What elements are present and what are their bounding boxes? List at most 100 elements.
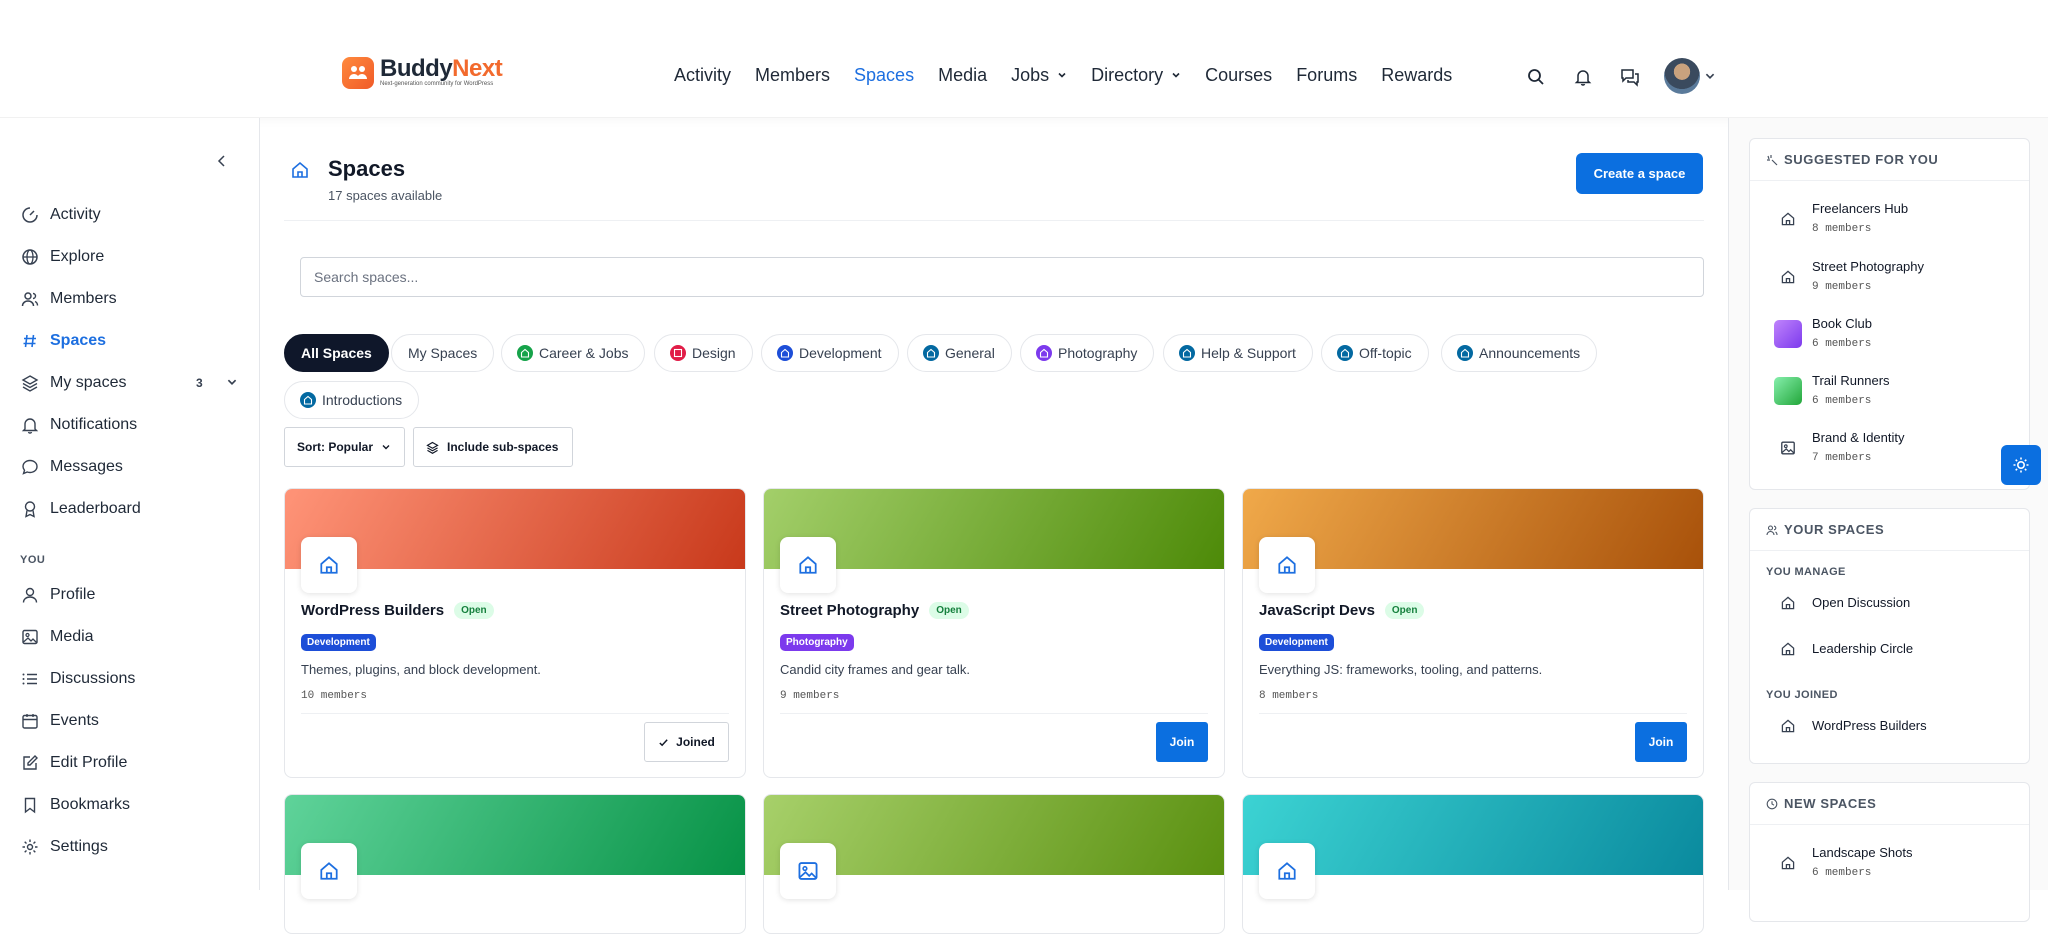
category-badge: Development: [301, 634, 376, 651]
item-name: Brand & Identity: [1812, 430, 1905, 445]
nav-media[interactable]: Media: [938, 62, 987, 88]
card-description: Candid city frames and gear talk.: [780, 662, 971, 677]
space-card[interactable]: [763, 794, 1225, 934]
card-description: Themes, plugins, and block development.: [301, 662, 541, 677]
space-card[interactable]: Street Photography Open Photography Candi…: [763, 488, 1225, 778]
card-title[interactable]: JavaScript Devs: [1259, 602, 1375, 619]
home-icon: [1774, 263, 1802, 291]
include-subspaces-toggle[interactable]: Include sub-spaces: [413, 427, 573, 467]
top-header: BuddyNext Next-generation community for …: [0, 0, 2048, 118]
main-nav: Activity Members Spaces Media Jobs Direc…: [674, 62, 1476, 88]
new-space-item[interactable]: Landscape Shots 6 members: [1774, 845, 1912, 881]
home-icon: [301, 843, 357, 899]
space-card[interactable]: [284, 794, 746, 934]
suggested-item[interactable]: Book Club 6 members: [1774, 316, 1872, 352]
nav-directory[interactable]: Directory: [1091, 62, 1181, 88]
card-title[interactable]: Street Photography: [780, 602, 919, 619]
sidebar-item-discussions[interactable]: Discussions: [20, 668, 135, 690]
messages-icon[interactable]: [1618, 65, 1642, 89]
managed-space-item[interactable]: Leadership Circle: [1774, 635, 1913, 663]
join-button[interactable]: Join: [1156, 722, 1208, 762]
sidebar-item-media[interactable]: Media: [20, 626, 94, 648]
sidebar-item-label: Discussions: [50, 670, 136, 687]
collapse-sidebar-icon[interactable]: [214, 153, 230, 169]
sidebar-item-profile[interactable]: Profile: [20, 584, 95, 606]
filter-chip-introductions[interactable]: Introductions: [284, 381, 420, 419]
filter-chip-all-spaces[interactable]: All Spaces: [284, 334, 389, 372]
filter-chip-general[interactable]: General: [907, 334, 1012, 372]
new-spaces-panel: NEW SPACES Landscape Shots 6 members: [1749, 782, 2030, 922]
sidebar-item-notifications[interactable]: Notifications: [20, 414, 137, 436]
sidebar-item-settings[interactable]: Settings: [20, 836, 108, 858]
chevron-down-icon[interactable]: [226, 376, 238, 388]
search-icon[interactable]: [1524, 65, 1548, 89]
nav-jobs[interactable]: Jobs: [1011, 62, 1067, 88]
space-card[interactable]: WordPress Builders Open Development Theme…: [284, 488, 746, 778]
nav-members[interactable]: Members: [755, 62, 830, 88]
panel-heading: SUGGESTED FOR YOU: [1784, 152, 1939, 167]
suggested-item[interactable]: Street Photography 9 members: [1774, 259, 1924, 295]
sidebar-item-leaderboard[interactable]: Leaderboard: [20, 498, 141, 520]
you-manage-heading: YOU MANAGE: [1766, 566, 1846, 578]
nav-forums[interactable]: Forums: [1296, 62, 1357, 88]
filter-chip-design[interactable]: Design: [654, 334, 753, 372]
nav-label: Forums: [1296, 64, 1358, 85]
site-logo[interactable]: BuddyNext Next-generation community for …: [342, 57, 503, 89]
filter-chip-my-spaces[interactable]: My Spaces: [391, 334, 495, 372]
filter-chip-career-jobs[interactable]: Career & Jobs: [501, 334, 646, 372]
suggested-item[interactable]: Brand & Identity 7 members: [1774, 430, 1905, 466]
space-card[interactable]: JavaScript Devs Open Development Everythi…: [1242, 488, 1704, 778]
create-space-button[interactable]: Create a space: [1576, 153, 1703, 194]
space-card[interactable]: [1242, 794, 1704, 934]
sidebar-item-my-spaces[interactable]: My spaces: [20, 372, 126, 394]
home-icon: [777, 345, 793, 361]
bell-icon[interactable]: [1571, 65, 1595, 89]
join-button[interactable]: Join: [1635, 722, 1687, 762]
nav-label: Directory: [1091, 64, 1164, 85]
filter-chip-announcements[interactable]: Announcements: [1441, 334, 1598, 372]
nav-spaces[interactable]: Spaces: [854, 62, 914, 88]
sidebar-item-members[interactable]: Members: [20, 288, 117, 310]
filter-chip-photography[interactable]: Photography: [1020, 334, 1155, 372]
panel-heading: YOUR SPACES: [1784, 522, 1885, 537]
member-count: 7 members: [1812, 452, 1872, 464]
filter-chip-help-support[interactable]: Help & Support: [1163, 334, 1313, 372]
nav-label: Activity: [674, 64, 732, 85]
filter-chip-development[interactable]: Development: [761, 334, 899, 372]
sidebar-item-spaces[interactable]: Spaces: [20, 330, 106, 352]
list-icon: [20, 669, 40, 689]
sidebar-item-messages[interactable]: Messages: [20, 456, 123, 478]
image-icon: [1774, 434, 1802, 462]
home-icon: [300, 392, 316, 408]
item-name: Open Discussion: [1812, 595, 1911, 610]
joined-space-item[interactable]: WordPress Builders: [1774, 712, 1927, 740]
suggested-item[interactable]: Trail Runners 6 members: [1774, 373, 1890, 409]
card-title[interactable]: WordPress Builders: [301, 602, 444, 619]
sidebar-item-label: Members: [50, 290, 117, 307]
sidebar-item-bookmarks[interactable]: Bookmarks: [20, 794, 130, 816]
sidebar-item-label: Activity: [50, 206, 101, 223]
managed-space-item[interactable]: Open Discussion: [1774, 589, 1910, 617]
joined-button[interactable]: Joined: [644, 722, 729, 762]
item-name: Freelancers Hub: [1812, 201, 1909, 216]
search-spaces-input[interactable]: [300, 257, 1704, 297]
filter-chip-off-topic[interactable]: Off-topic: [1321, 334, 1429, 372]
nav-courses[interactable]: Courses: [1205, 62, 1272, 88]
sidebar-item-activity[interactable]: Activity: [20, 204, 101, 226]
sidebar-item-label: Settings: [50, 838, 108, 855]
nav-rewards[interactable]: Rewards: [1381, 62, 1452, 88]
sidebar-item-explore[interactable]: Explore: [20, 246, 104, 268]
user-menu[interactable]: [1664, 58, 1716, 94]
theme-toggle-sun-icon[interactable]: [2001, 445, 2041, 485]
nav-activity[interactable]: Activity: [674, 62, 731, 88]
nav-label: Jobs: [1011, 64, 1050, 85]
chevron-down-icon: [1704, 70, 1716, 82]
suggested-item[interactable]: Freelancers Hub 8 members: [1774, 201, 1908, 237]
sidebar-item-edit-profile[interactable]: Edit Profile: [20, 752, 127, 774]
nav-label: Rewards: [1381, 64, 1453, 85]
subspaces-label: Include sub-spaces: [447, 440, 559, 454]
sidebar-item-events[interactable]: Events: [20, 710, 99, 732]
sort-dropdown[interactable]: Sort: Popular: [284, 427, 405, 467]
avatar: [1664, 58, 1700, 94]
home-icon: [1774, 712, 1802, 740]
